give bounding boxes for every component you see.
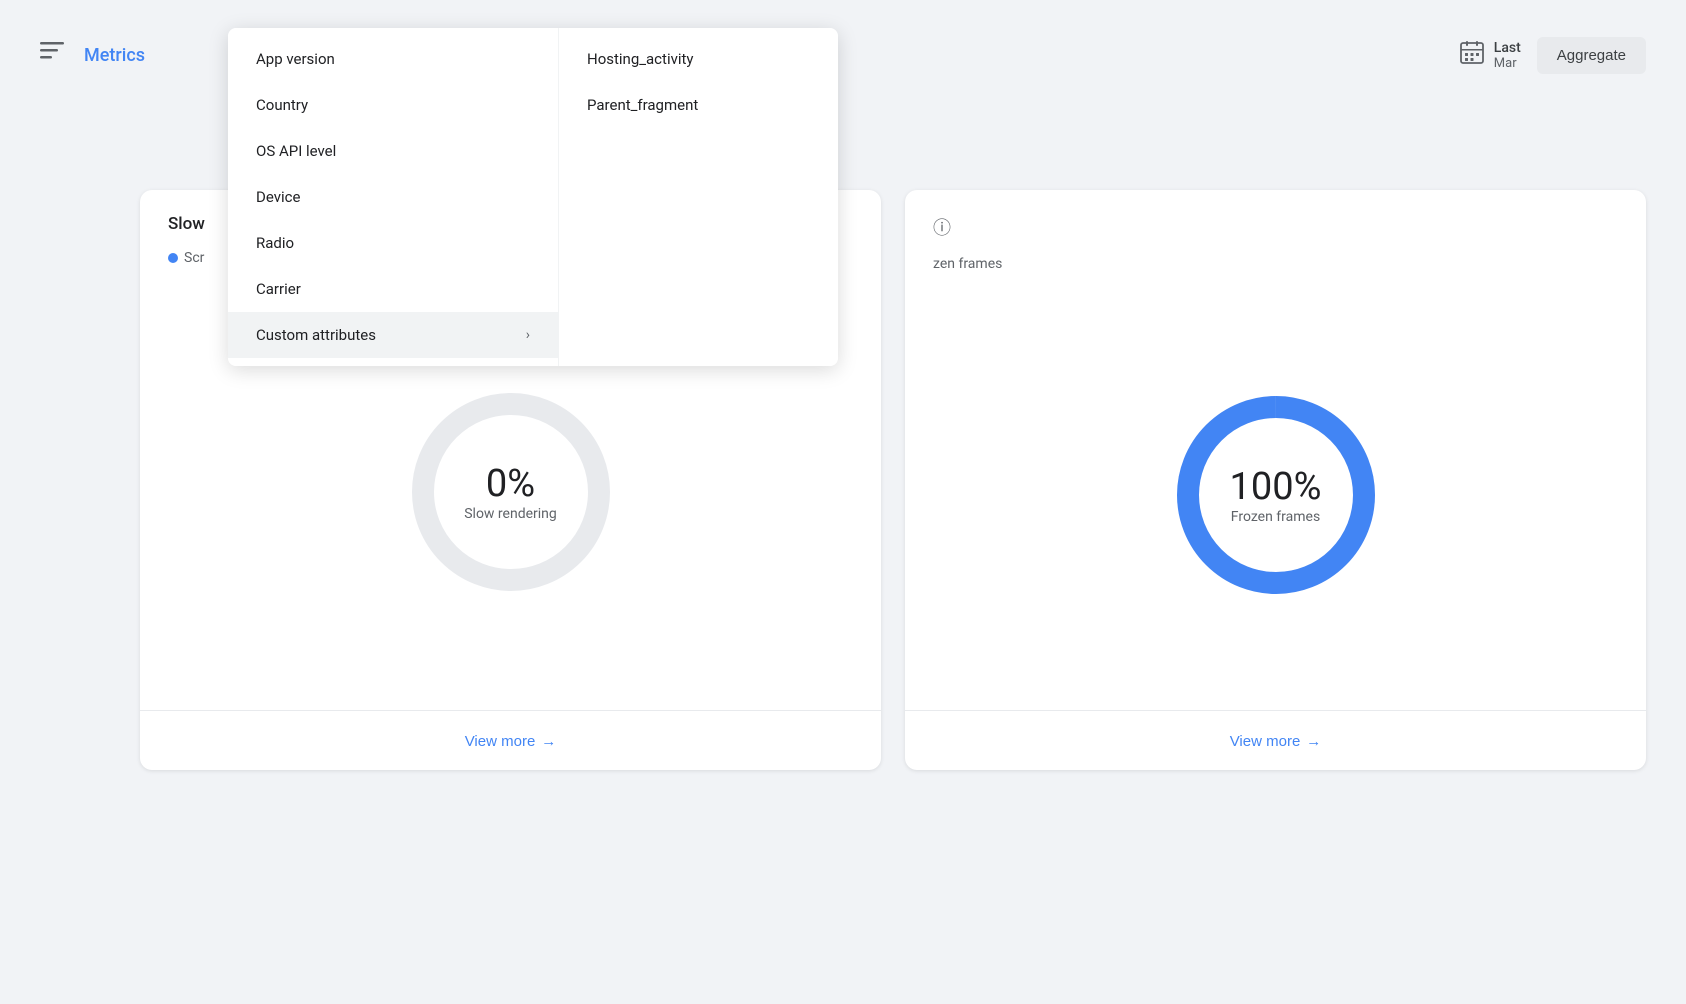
frozen-donut: 100% Frozen frames — [1166, 385, 1386, 605]
dropdown-item-os-api-level-label: OS API level — [256, 142, 336, 160]
card-subtitle-text: Scr — [184, 250, 204, 266]
slow-donut-center: 0% Slow rendering — [464, 462, 557, 522]
card-footer-slow: View more → — [140, 710, 881, 770]
date-line1: Last — [1494, 40, 1521, 56]
frozen-percent: 100% — [1230, 465, 1322, 509]
header-left: Metrics — [40, 42, 145, 68]
arrow-right-frozen-icon: → — [1306, 733, 1321, 750]
info-icon: ⓘ — [933, 214, 951, 240]
dropdown-item-country[interactable]: Country — [228, 82, 558, 128]
dropdown-menu: App version Country OS API level Device … — [228, 28, 838, 366]
card-footer-frozen: View more → — [905, 710, 1646, 770]
dropdown-item-device-label: Device — [256, 188, 300, 206]
frozen-label: Frozen frames — [1230, 509, 1322, 525]
calendar-area: Last Mar — [1458, 38, 1521, 73]
dropdown-item-hosting-activity-label: Hosting_activity — [587, 50, 694, 68]
frozen-donut-center: 100% Frozen frames — [1230, 465, 1322, 525]
dropdown-item-parent-fragment-label: Parent_fragment — [587, 96, 698, 114]
dropdown-item-custom-attributes[interactable]: Custom attributes › — [228, 312, 558, 358]
card-chart-frozen: 100% Frozen frames — [905, 280, 1646, 710]
slow-percent: 0% — [464, 462, 557, 506]
dropdown-item-custom-attributes-label: Custom attributes — [256, 326, 376, 344]
card-header-frozen: ⓘ — [905, 190, 1646, 256]
filter-icon[interactable] — [40, 42, 64, 68]
card-subtitle-frozen-text: zen frames — [933, 256, 1002, 272]
dropdown-item-os-api-level[interactable]: OS API level — [228, 128, 558, 174]
view-more-slow-label: View more — [465, 733, 536, 750]
dropdown-item-device[interactable]: Device — [228, 174, 558, 220]
date-text: Last Mar — [1494, 40, 1521, 71]
aggregate-button[interactable]: Aggregate — [1537, 37, 1646, 74]
dropdown-item-country-label: Country — [256, 96, 308, 114]
arrow-right-icon: → — [541, 733, 556, 750]
dropdown-item-parent-fragment[interactable]: Parent_fragment — [559, 82, 838, 128]
slow-donut: 0% Slow rendering — [401, 382, 621, 602]
frozen-frames-card: ⓘ zen frames 100% Frozen frames Vie — [905, 190, 1646, 770]
dropdown-item-radio-label: Radio — [256, 234, 294, 252]
chevron-right-icon: › — [526, 327, 530, 343]
dropdown-item-app-version-label: App version — [256, 50, 335, 68]
view-more-slow-button[interactable]: View more → — [465, 733, 557, 750]
header-right: Last Mar Aggregate — [1458, 37, 1646, 74]
view-more-frozen-label: View more — [1230, 733, 1301, 750]
dropdown-item-carrier-label: Carrier — [256, 280, 301, 298]
card-subtitle-frozen: zen frames — [905, 256, 1646, 280]
slow-label: Slow rendering — [464, 506, 557, 522]
dropdown-item-hosting-activity[interactable]: Hosting_activity — [559, 36, 838, 82]
dropdown-left-panel: App version Country OS API level Device … — [228, 28, 558, 366]
date-line2: Mar — [1494, 56, 1521, 71]
dropdown-item-app-version[interactable]: App version — [228, 36, 558, 82]
dropdown-right-panel: Hosting_activity Parent_fragment — [558, 28, 838, 366]
metrics-label: Metrics — [84, 45, 145, 66]
card-title-slow: Slow — [168, 214, 205, 234]
dropdown-item-carrier[interactable]: Carrier — [228, 266, 558, 312]
view-more-frozen-button[interactable]: View more → — [1230, 733, 1322, 750]
dot-blue-icon — [168, 253, 178, 263]
dropdown-item-radio[interactable]: Radio — [228, 220, 558, 266]
calendar-icon — [1458, 38, 1486, 73]
